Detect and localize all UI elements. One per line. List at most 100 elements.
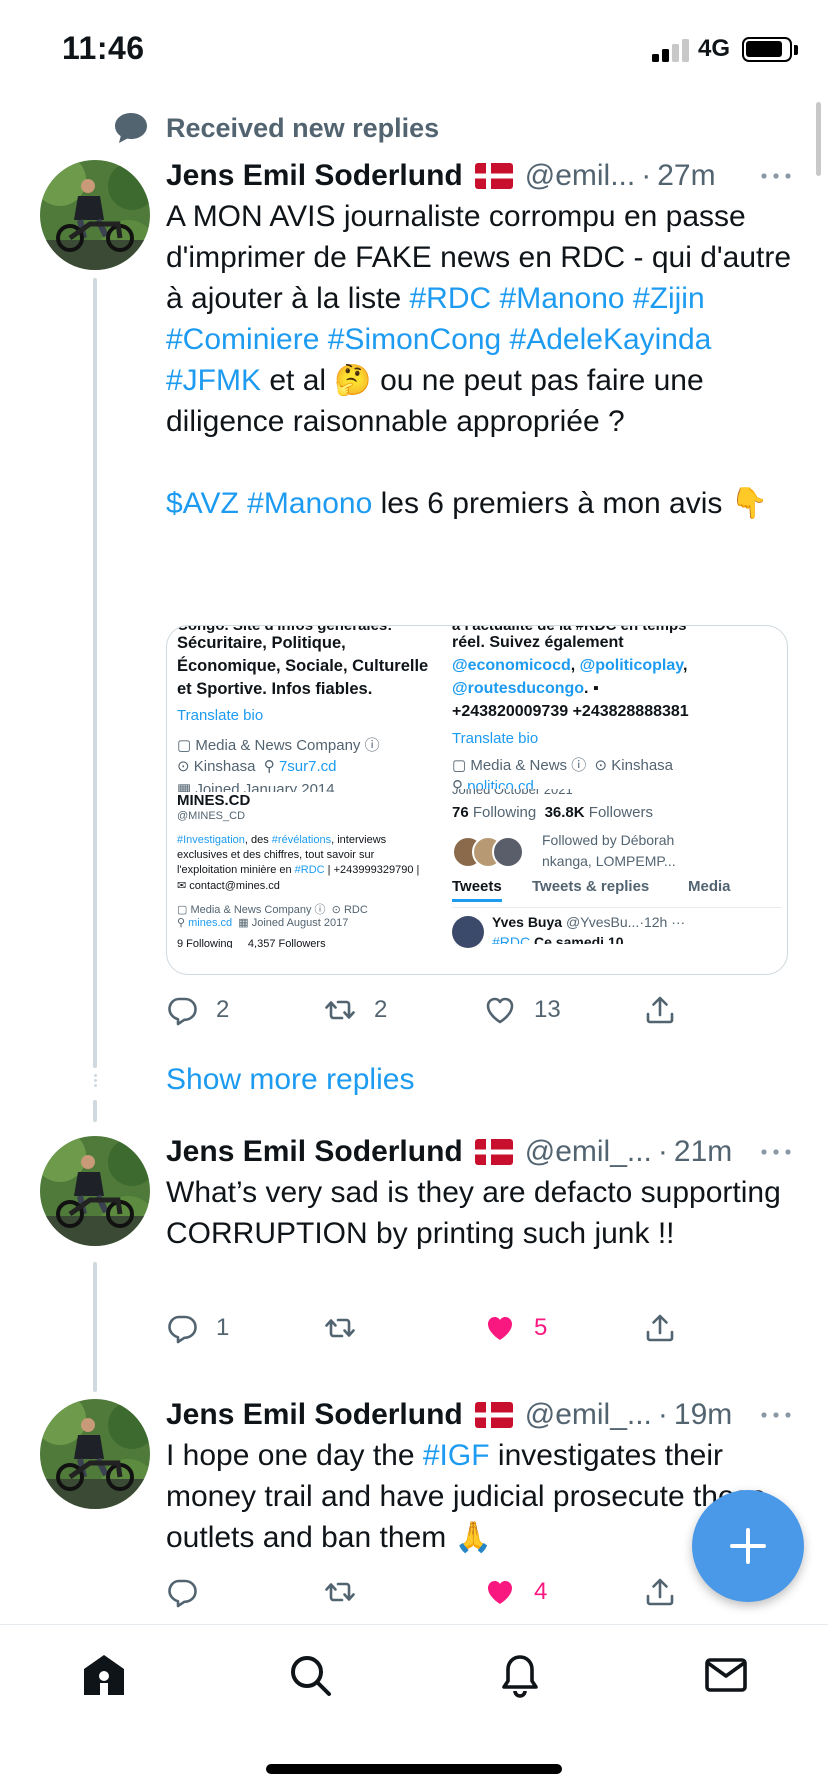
tweet-time[interactable]: 19m [674,1398,732,1432]
battery-icon [742,37,792,62]
hashtag-link[interactable]: #JFMK [166,364,261,397]
embed-following: 9 Following [177,938,233,948]
embed-joined: ▦ Joined January 2014 [177,780,477,792]
retweet-button[interactable] [324,1308,374,1348]
hashtag-link[interactable]: #RDC [409,282,491,315]
embed-bio-text: , des [244,834,272,846]
denmark-flag-icon [474,1139,513,1165]
embed-left-column: Congo. Site d'infos générales: Sécuritai… [177,626,477,948]
hashtag-link[interactable]: #Cominiere [166,323,319,356]
tweet-image[interactable]: Congo. Site d'infos générales: Sécuritai… [166,625,788,975]
embed-follow-counts: 76 Following 36.8K Followers [452,804,782,832]
reply-icon [168,1315,197,1344]
like-button[interactable]: 5 [484,1308,547,1348]
embed-followers-label: Followers [588,804,653,821]
embed-tab: Tweets & replies [532,878,650,895]
nav-notifications[interactable] [496,1651,544,1699]
embed-mention: @routesducongo [452,680,585,697]
reply-button[interactable]: 2 [166,990,229,1030]
more-icon[interactable] [758,1407,794,1423]
tweet-time[interactable]: 21m [674,1135,732,1169]
share-icon [646,1578,674,1606]
avatar[interactable] [40,1136,150,1246]
tweet-text: What’s very sad is they are defacto supp… [166,1172,800,1254]
hashtag-link[interactable]: #Manono [247,487,372,520]
cashtag-link[interactable]: $AVZ [166,487,239,520]
like-button[interactable]: 4 [484,1572,547,1612]
retweet-icon [325,1318,355,1338]
tweet-time[interactable]: 27m [657,159,715,193]
embed-mention: @politicoplay [579,657,683,674]
text-segment [501,323,509,356]
embed-bio: exclusives et des chiffres, tout savoir … [177,849,375,861]
retweet-button[interactable]: 2 [324,990,387,1030]
show-more-replies-link[interactable]: Show more replies [166,1063,414,1097]
like-button[interactable]: 13 [484,990,561,1030]
hashtag-link[interactable]: #IGF [423,1439,490,1472]
nav-messages[interactable] [702,1651,750,1699]
embed-follow-counts: 9 Following 4,357 Followers [177,938,477,948]
embed-right-column: à l'actualité de la #RDC en temps réel. … [452,626,782,954]
embed-sub-text-body: Ce samedi 10 [530,934,624,944]
heart-icon [488,1581,512,1604]
embed-text: @economicocd, @politicoplay, [452,657,688,674]
avatar[interactable] [40,1399,150,1509]
separator: · [657,1398,668,1431]
embed-text: à l'actualité de la #RDC en temps [452,625,687,634]
share-button[interactable] [644,990,676,1030]
embed-website-row: ⚲ mines.cd ▦ Joined August 2017 [177,917,349,929]
embed-category-text: Media & News ⓘ [470,757,587,774]
hashtag-link[interactable]: #SimonCong [328,323,501,356]
share-button[interactable] [644,1308,676,1348]
denmark-flag-icon [474,163,513,189]
author-name[interactable]: Jens Emil Soderlund [166,1398,463,1432]
share-button[interactable] [644,1572,676,1612]
like-count: 13 [534,996,561,1023]
embed-follower-avatars [452,836,528,870]
embed-joined-text: Joined August 2017 [251,917,349,929]
embed-sub-handle: @YvesBu... [565,914,640,930]
home-indicator [266,1764,562,1774]
hashtag-link[interactable]: #AdeleKayinda [510,323,712,356]
retweet-button[interactable] [324,1572,374,1612]
share-icon [646,1314,674,1342]
text-segment: les 6 premiers à mon avis 👇 [372,487,769,520]
embed-tag: #révélations [271,834,332,846]
tweet-text: A MON AVIS journaliste corrompu en passe… [166,196,800,442]
search-icon [291,1656,331,1696]
avatar[interactable] [40,160,150,270]
reply-count: 2 [216,996,230,1023]
embed-website-row: ⚲ politico.cd [452,777,782,789]
separator: · [641,159,652,192]
reply-button[interactable]: 1 [166,1308,229,1348]
embed-sub-time: ·12h [639,914,668,930]
author-name[interactable]: Jens Emil Soderlund [166,159,463,193]
reply-button[interactable] [166,1572,216,1612]
nav-home[interactable] [80,1651,128,1699]
hashtag-link[interactable]: #Manono [500,282,625,315]
more-icon[interactable] [758,1144,794,1160]
nav-search[interactable] [286,1651,334,1699]
author-name[interactable]: Jens Emil Soderlund [166,1135,463,1169]
network-label: 4G [698,35,731,62]
embed-followed-text: nkanga, LOMPEMP... [542,853,676,869]
text-segment: I hope one day the [166,1439,423,1472]
compose-button[interactable] [692,1490,804,1602]
scrollbar[interactable] [816,102,821,176]
more-icon[interactable] [758,168,794,184]
received-replies-banner[interactable]: Received new replies [112,110,439,146]
embed-text: et Sportive. Infos fiables. [177,680,373,698]
separator: · [657,1135,668,1168]
thread-line [93,278,97,1068]
embed-tab: Tweets [452,878,502,902]
hashtag-link[interactable]: #Zijin [633,282,705,315]
received-replies-label: Received new replies [166,112,440,143]
share-icon [646,996,674,1024]
mail-icon [705,1658,747,1692]
embed-bio: l'exploitation minière en #RDC | +243999… [177,864,477,879]
heart-icon [488,1317,512,1340]
retweet-icon [325,1582,355,1602]
thread-line [93,1100,97,1122]
tweet-text: $AVZ #Manono les 6 premiers à mon avis 👇 [166,483,800,524]
embed-sub-header: Yves Buya @YvesBu...·12h ··· [492,914,686,930]
